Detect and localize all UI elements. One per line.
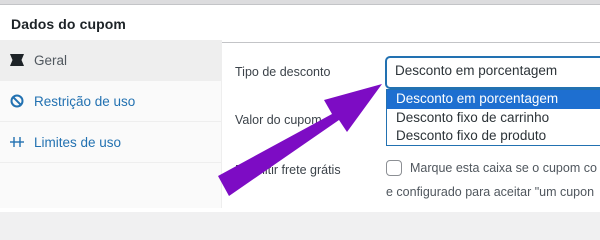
option-fixed-cart-discount[interactable]: Desconto fixo de carrinho <box>387 109 600 128</box>
tab-usage-restriction[interactable]: Restrição de uso <box>0 81 221 122</box>
coupon-value-label: Valor do cupom <box>235 113 322 127</box>
discount-type-select[interactable]: Desconto em porcentagem <box>386 57 600 88</box>
coupon-tabs-sidebar: Geral Restrição de uso Limites de uso <box>0 40 222 208</box>
tab-general-label: Geral <box>34 52 68 68</box>
tab-usage-restriction-label: Restrição de uso <box>34 93 136 109</box>
limits-icon <box>9 134 25 150</box>
free-shipping-description-line2: e configurado para aceitar "um cupon <box>386 185 595 199</box>
free-shipping-label: Permitir frete grátis <box>235 163 341 177</box>
discount-type-dropdown: Desconto em porcentagem Desconto fixo de… <box>386 89 600 146</box>
metabox-header: Dados do cupom <box>0 5 600 43</box>
ticket-icon <box>9 52 25 68</box>
tab-usage-limits[interactable]: Limites de uso <box>0 122 221 163</box>
free-shipping-description: Marque esta caixa se o cupom co <box>410 161 597 175</box>
free-shipping-checkbox[interactable] <box>386 160 402 176</box>
option-percentage-discount[interactable]: Desconto em porcentagem <box>387 90 600 109</box>
ban-icon <box>9 93 25 109</box>
discount-type-label: Tipo de desconto <box>235 65 331 79</box>
option-fixed-product-discount[interactable]: Desconto fixo de produto <box>387 127 600 146</box>
metabox-title: Dados do cupom <box>11 15 126 32</box>
tab-usage-limits-label: Limites de uso <box>34 134 122 150</box>
tab-general[interactable]: Geral <box>0 40 221 81</box>
